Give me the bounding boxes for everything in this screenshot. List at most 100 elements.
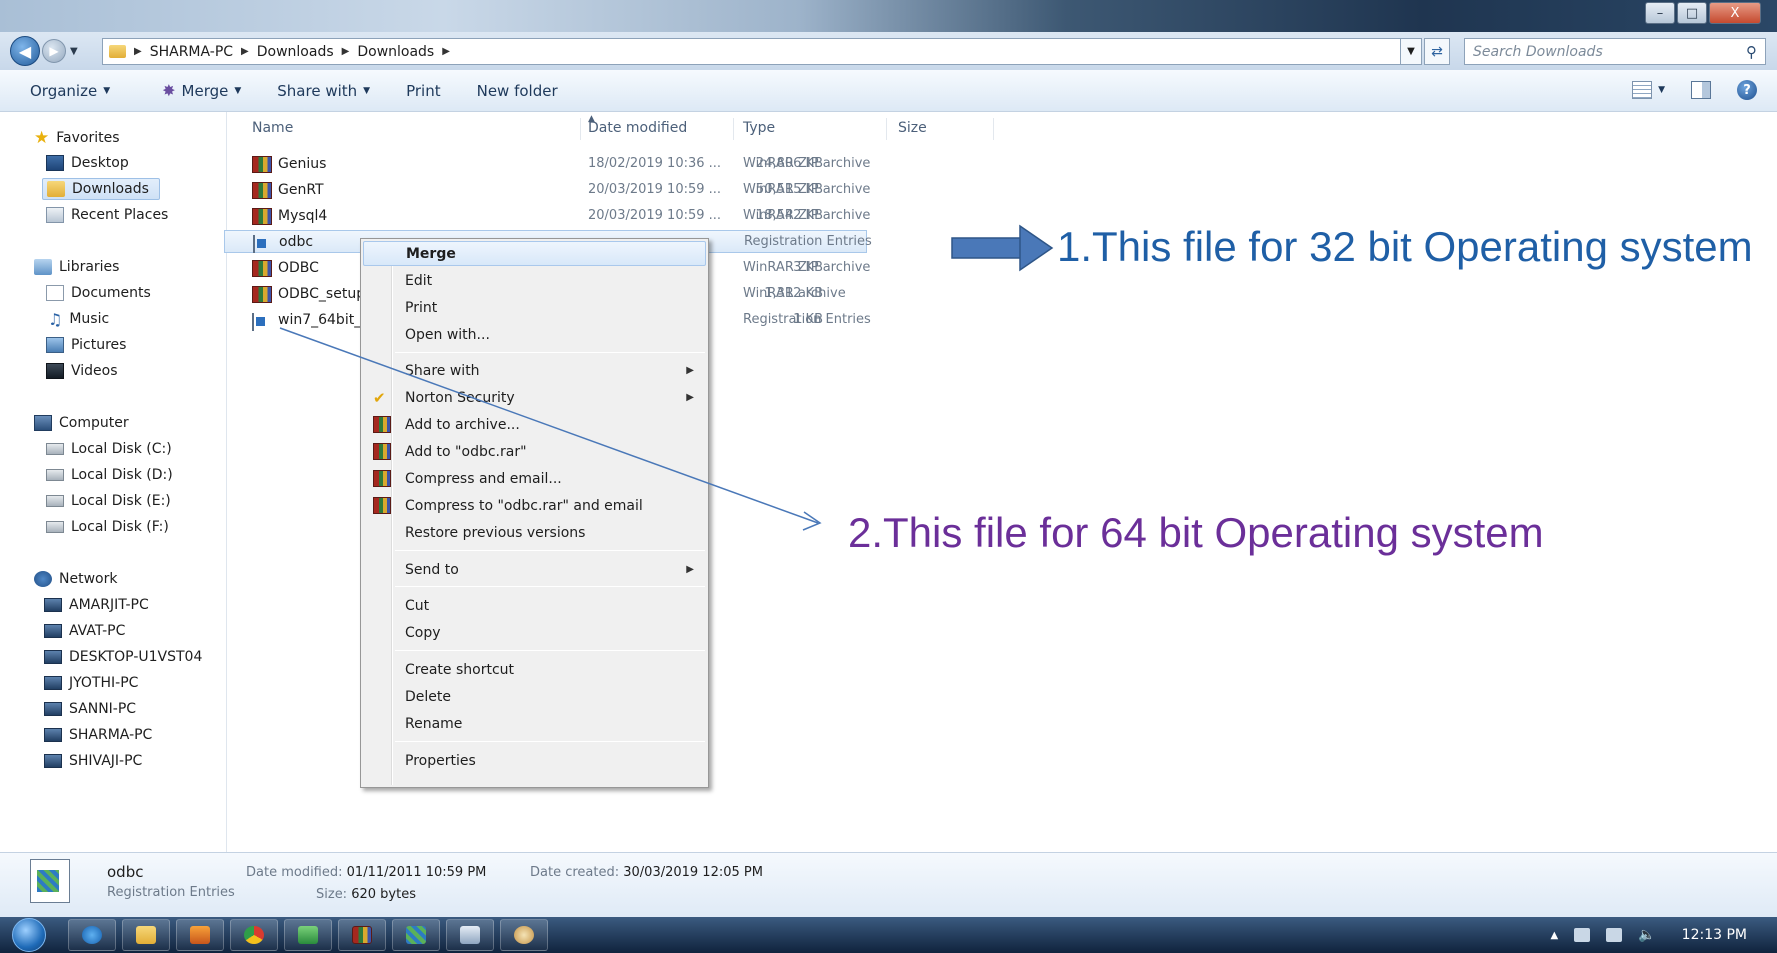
nav-downloads[interactable]: Downloads — [42, 178, 160, 200]
search-icon[interactable]: ⚲ — [1746, 43, 1757, 61]
navigation-pane: ★ Favorites Desktop Downloads Recent Plac… — [0, 112, 227, 852]
file-row[interactable]: Mysql4 20/03/2019 10:59 ... WinRAR ZIP a… — [228, 205, 888, 228]
forward-button[interactable]: ▶ — [42, 39, 66, 63]
nav-pc-item[interactable]: SHARMA-PC — [44, 724, 152, 746]
menu-label: Merge — [406, 245, 456, 262]
taskbar-window[interactable] — [446, 919, 494, 951]
volume-icon[interactable]: 🔈 — [1638, 927, 1655, 943]
column-divider[interactable] — [733, 118, 734, 140]
taskbar-explorer[interactable] — [122, 919, 170, 951]
nav-pc-item[interactable]: DESKTOP-U1VST04 — [44, 646, 202, 668]
menu-item-compress-rar-email[interactable]: Compress to "odbc.rar" and email — [363, 493, 706, 518]
file-row[interactable]: Genius 18/02/2019 10:36 ... WinRAR ZIP a… — [228, 153, 888, 176]
taskbar-media-player[interactable] — [176, 919, 224, 951]
menu-item-send-to[interactable]: Send to ▶ — [363, 557, 706, 582]
chevron-right-icon[interactable]: ▶ — [134, 46, 142, 57]
clock[interactable]: 12:13 PM — [1682, 927, 1747, 943]
nav-network[interactable]: Network — [34, 568, 117, 590]
back-button[interactable]: ◀ — [10, 36, 40, 66]
column-header-type[interactable]: Type — [743, 120, 775, 136]
minimize-button[interactable]: – — [1645, 2, 1675, 24]
network-icon[interactable] — [1606, 928, 1623, 942]
nav-disk-e[interactable]: Local Disk (E:) — [46, 490, 171, 512]
window-icon — [460, 926, 480, 944]
change-view-button[interactable]: ▼ — [1632, 81, 1665, 99]
start-button[interactable] — [12, 918, 46, 952]
chevron-right-icon[interactable]: ▶ — [342, 46, 350, 57]
column-divider[interactable] — [886, 118, 887, 140]
new-folder-button[interactable]: New folder — [459, 82, 576, 100]
menu-item-share-with[interactable]: Share with ▶ — [363, 358, 706, 383]
nav-videos[interactable]: Videos — [46, 360, 118, 382]
help-icon[interactable]: ? — [1737, 80, 1757, 100]
nav-pictures[interactable]: Pictures — [46, 334, 126, 356]
share-with-button[interactable]: Share with ▼ — [259, 82, 388, 100]
taskbar-app[interactable] — [284, 919, 332, 951]
menu-item-create-shortcut[interactable]: Create shortcut — [363, 657, 706, 682]
nav-computer[interactable]: Computer — [34, 412, 129, 434]
menu-item-cut[interactable]: Cut — [363, 593, 706, 618]
menu-item-restore-versions[interactable]: Restore previous versions — [363, 520, 706, 545]
column-header-date[interactable]: Date modified — [588, 120, 687, 136]
menu-item-add-to-rar[interactable]: Add to "odbc.rar" — [363, 439, 706, 464]
menu-label: Copy — [405, 624, 441, 641]
recent-pages-dropdown[interactable]: ▼ — [70, 46, 78, 57]
taskbar-chrome[interactable] — [230, 919, 278, 951]
address-bar[interactable]: ▶ SHARMA-PC ▶ Downloads ▶ Downloads ▶ — [102, 38, 1402, 65]
breadcrumb-downloads[interactable]: Downloads — [257, 44, 334, 60]
search-input[interactable]: Search Downloads ⚲ — [1464, 38, 1766, 65]
nav-libraries[interactable]: Libraries — [34, 256, 119, 278]
menu-label: Add to "odbc.rar" — [405, 443, 527, 460]
nav-pc-item[interactable]: SHIVAJI-PC — [44, 750, 142, 772]
chevron-right-icon[interactable]: ▶ — [442, 46, 450, 57]
breadcrumb-downloads-sub[interactable]: Downloads — [357, 44, 434, 60]
nav-disk-c[interactable]: Local Disk (C:) — [46, 438, 172, 460]
menu-item-compress-email[interactable]: Compress and email... — [363, 466, 706, 491]
column-divider[interactable] — [580, 118, 581, 140]
submenu-arrow-icon: ▶ — [686, 392, 694, 403]
close-button[interactable]: X — [1709, 2, 1761, 24]
menu-item-edit[interactable]: Edit — [363, 268, 706, 293]
taskbar-winrar[interactable] — [338, 919, 386, 951]
menu-item-open-with[interactable]: Open with... — [363, 322, 706, 347]
nav-pc-item[interactable]: AVAT-PC — [44, 620, 125, 642]
maximize-button[interactable]: □ — [1677, 2, 1707, 24]
menu-item-rename[interactable]: Rename — [363, 711, 706, 736]
show-hidden-icons-icon[interactable]: ▲ — [1551, 930, 1559, 941]
nav-music[interactable]: ♫ Music — [48, 308, 109, 330]
file-row[interactable]: GenRT 20/03/2019 10:59 ... WinRAR ZIP ar… — [228, 179, 888, 202]
nav-pc-item[interactable]: AMARJIT-PC — [44, 594, 149, 616]
menu-item-merge[interactable]: Merge — [363, 241, 706, 266]
breadcrumb-sharma-pc[interactable]: SHARMA-PC — [150, 44, 233, 60]
print-button[interactable]: Print — [388, 82, 459, 100]
merge-button[interactable]: ✸ Merge ▼ — [128, 81, 259, 100]
nav-favorites[interactable]: ★ Favorites — [34, 127, 120, 149]
nav-disk-d[interactable]: Local Disk (D:) — [46, 464, 173, 486]
menu-item-copy[interactable]: Copy — [363, 620, 706, 645]
chevron-right-icon[interactable]: ▶ — [241, 46, 249, 57]
taskbar-paint[interactable] — [500, 919, 548, 951]
refresh-button[interactable]: ⇄ — [1424, 38, 1450, 65]
address-history-dropdown[interactable]: ▼ — [1400, 38, 1422, 65]
nav-pc-item[interactable]: JYOTHI-PC — [44, 672, 138, 694]
menu-item-add-to-archive[interactable]: Add to archive... — [363, 412, 706, 437]
column-header-size[interactable]: Size — [898, 120, 927, 136]
organize-button[interactable]: Organize ▼ — [0, 82, 128, 100]
taskbar-ie[interactable] — [68, 919, 116, 951]
preview-pane-icon[interactable] — [1691, 81, 1711, 99]
menu-item-print[interactable]: Print — [363, 295, 706, 320]
menu-label: Create shortcut — [405, 661, 515, 678]
menu-item-norton-security[interactable]: ✔ Norton Security ▶ — [363, 385, 706, 410]
nav-documents[interactable]: Documents — [46, 282, 151, 304]
action-center-icon[interactable] — [1574, 928, 1591, 942]
menu-item-properties[interactable]: Properties — [363, 748, 706, 773]
nav-desktop[interactable]: Desktop — [46, 152, 129, 174]
column-divider[interactable] — [993, 118, 994, 140]
column-header-name[interactable]: Name — [252, 120, 293, 136]
nav-pc-item[interactable]: SANNI-PC — [44, 698, 136, 720]
norton-check-icon: ✔ — [373, 389, 386, 407]
taskbar-regedit[interactable] — [392, 919, 440, 951]
nav-disk-f[interactable]: Local Disk (F:) — [46, 516, 169, 538]
nav-recent-places[interactable]: Recent Places — [46, 204, 168, 226]
menu-item-delete[interactable]: Delete — [363, 684, 706, 709]
